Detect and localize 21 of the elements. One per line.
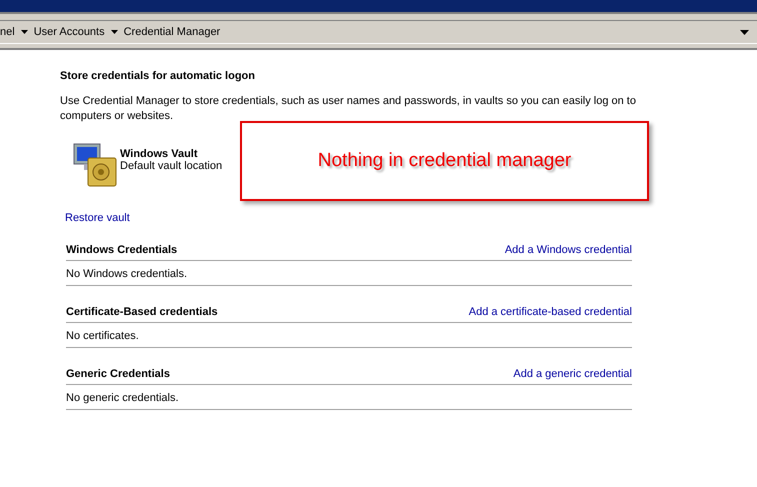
- section-title: Certificate-Based credentials: [66, 306, 218, 318]
- empty-message: No generic credentials.: [66, 392, 179, 404]
- dropdown-caret-icon[interactable]: [740, 30, 749, 34]
- page-heading: Store credentials for automatic logon: [60, 70, 256, 82]
- add-credential-link[interactable]: Add a certificate-based credential: [468, 306, 632, 318]
- caret-icon[interactable]: [110, 30, 118, 34]
- annotation-text: Nothing in credential manager: [318, 150, 572, 172]
- section-title: Windows Credentials: [66, 244, 178, 256]
- empty-message: No certificates.: [66, 330, 139, 342]
- section-title: Generic Credentials: [66, 368, 170, 380]
- breadcrumb-item[interactable]: nel: [0, 26, 15, 38]
- breadcrumb-item[interactable]: Credential Manager: [124, 26, 220, 38]
- empty-message: No Windows credentials.: [66, 268, 188, 280]
- add-credential-link[interactable]: Add a Windows credential: [504, 244, 632, 256]
- caret-icon[interactable]: [20, 30, 28, 34]
- vault-location: Default vault location: [120, 160, 222, 172]
- breadcrumb-item[interactable]: User Accounts: [34, 26, 105, 38]
- restore-vault-link[interactable]: Restore vault: [65, 212, 130, 224]
- add-credential-link[interactable]: Add a generic credential: [513, 368, 632, 380]
- vault-name: Windows Vault: [120, 148, 199, 160]
- description-text: Use Credential Manager to store credentials, such as user names and passwords, in vaults so you can easily log on to computers or websites.: [60, 94, 637, 124]
